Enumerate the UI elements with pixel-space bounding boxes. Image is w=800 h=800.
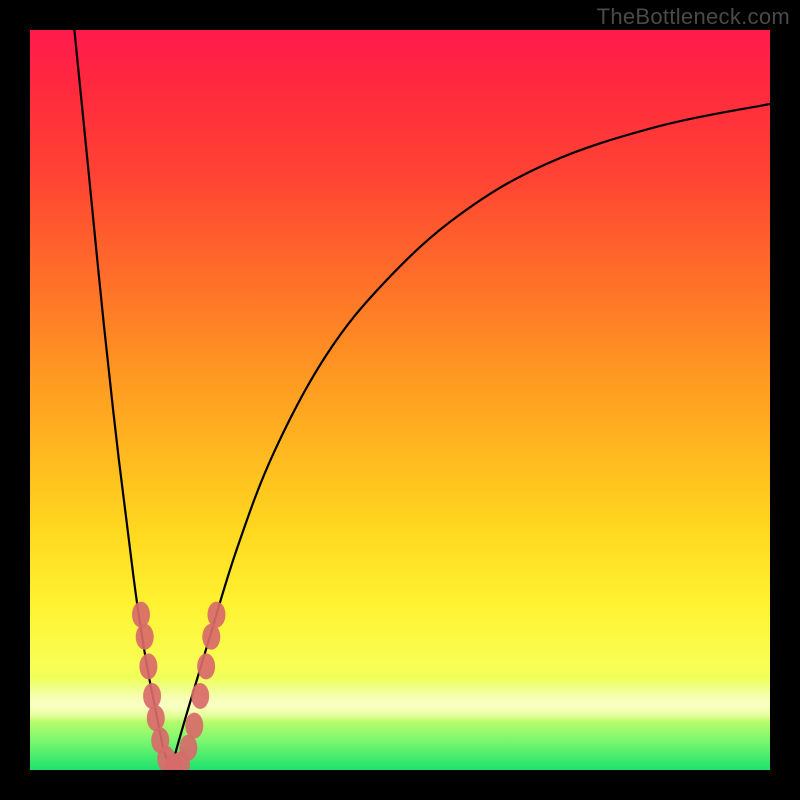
plot-area bbox=[30, 30, 770, 770]
sample-marker bbox=[147, 705, 165, 731]
sample-marker bbox=[179, 735, 197, 761]
watermark-text: TheBottleneck.com bbox=[597, 4, 790, 30]
curve-right-branch bbox=[171, 104, 770, 770]
chart-frame: TheBottleneck.com bbox=[0, 0, 800, 800]
sample-marker bbox=[207, 602, 225, 628]
sample-marker bbox=[191, 683, 209, 709]
v-curve bbox=[74, 30, 770, 770]
sample-marker bbox=[136, 624, 154, 650]
sample-marker bbox=[197, 653, 215, 679]
sample-marker bbox=[139, 653, 157, 679]
sample-marker bbox=[202, 624, 220, 650]
curve-layer bbox=[30, 30, 770, 770]
sample-marker bbox=[143, 683, 161, 709]
sample-marker bbox=[185, 713, 203, 739]
curve-left-branch bbox=[74, 30, 170, 770]
sample-marker bbox=[132, 602, 150, 628]
